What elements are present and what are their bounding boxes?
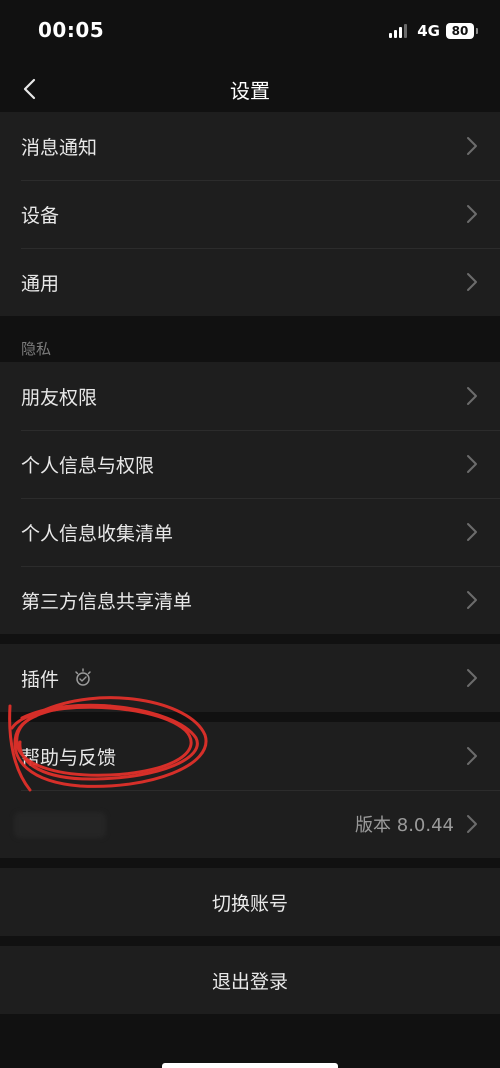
- row-personal-info-permissions[interactable]: 个人信息与权限: [0, 430, 500, 498]
- status-bar: 00:05 4G 80: [0, 0, 500, 62]
- status-indicators: 4G 80: [389, 22, 478, 40]
- row-label: 通用: [21, 272, 60, 295]
- plugins-group: 插件: [0, 644, 500, 712]
- row-label: 设备: [21, 204, 60, 227]
- row-label: 个人信息收集清单: [21, 522, 174, 545]
- privacy-section-header: 隐私: [21, 340, 52, 358]
- page-title: 设置: [230, 79, 270, 103]
- row-label: 插件: [21, 668, 60, 691]
- logout-group: 退出登录: [0, 946, 500, 1014]
- chevron-right-icon: [467, 273, 477, 291]
- redacted-area: [14, 812, 106, 838]
- row-label: 朋友权限: [21, 386, 98, 409]
- nav-bar: 设置: [0, 62, 500, 116]
- row-friend-permissions[interactable]: 朋友权限: [0, 362, 500, 430]
- general-group: 消息通知 设备 通用: [0, 112, 500, 316]
- chevron-right-icon: [467, 523, 477, 541]
- privacy-group: 朋友权限 个人信息与权限 个人信息收集清单 第三方信息共享清单: [0, 362, 500, 634]
- chevron-right-icon: [467, 137, 477, 155]
- row-third-party-sharing[interactable]: 第三方信息共享清单: [0, 566, 500, 634]
- chevron-right-icon: [467, 669, 477, 687]
- network-type: 4G: [417, 22, 440, 40]
- switch-account-group: 切换账号: [0, 868, 500, 936]
- row-help-feedback[interactable]: 帮助与反馈: [0, 722, 500, 790]
- row-version[interactable]: 版本 8.0.44: [0, 790, 500, 858]
- row-devices[interactable]: 设备: [0, 180, 500, 248]
- switch-account-button[interactable]: 切换账号: [0, 868, 500, 936]
- chevron-right-icon: [467, 387, 477, 405]
- chevron-right-icon: [467, 747, 477, 765]
- row-notifications[interactable]: 消息通知: [0, 112, 500, 180]
- row-plugins[interactable]: 插件: [0, 644, 500, 712]
- chevron-right-icon: [467, 455, 477, 473]
- home-indicator: [162, 1063, 338, 1068]
- row-label: 消息通知: [21, 136, 98, 159]
- chevron-right-icon: [467, 815, 477, 833]
- logout-button[interactable]: 退出登录: [0, 946, 500, 1014]
- signal-icon: [389, 24, 408, 38]
- row-label: 帮助与反馈: [21, 746, 117, 769]
- row-label: 第三方信息共享清单: [21, 590, 193, 613]
- about-group: 帮助与反馈 版本 8.0.44: [0, 722, 500, 858]
- chevron-right-icon: [467, 591, 477, 609]
- battery-icon: 80: [446, 23, 478, 39]
- plugin-bulb-icon: [75, 668, 91, 686]
- chevron-right-icon: [467, 205, 477, 223]
- row-personal-info-collection[interactable]: 个人信息收集清单: [0, 498, 500, 566]
- status-time: 00:05: [38, 18, 105, 42]
- row-label: 个人信息与权限: [21, 454, 155, 477]
- version-text: 版本 8.0.44: [355, 815, 454, 836]
- settings-screen: 00:05 4G 80 设置 消息通知 设备 通用 隐私 朋友权限 个人信息与权…: [0, 0, 500, 1068]
- row-general[interactable]: 通用: [0, 248, 500, 316]
